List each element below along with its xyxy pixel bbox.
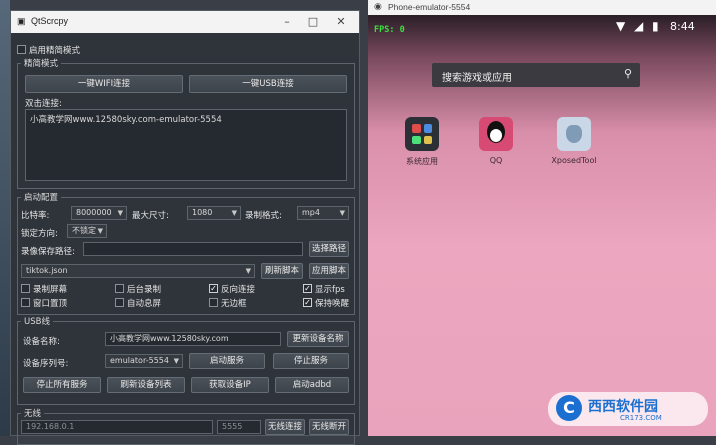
simple-mode-checkbox[interactable] [17,45,26,54]
wifi-connect-button[interactable]: 无线连接 [265,419,305,435]
simple-mode-title: 精简模式 [21,57,62,69]
option-label: 录制屏幕 [33,285,68,295]
apply-script-button[interactable]: 应用脚本 [309,263,349,279]
chevron-down-icon: ▼ [245,267,251,275]
option-label: 显示fps [315,285,345,295]
option-label: 无边框 [221,299,247,309]
search-bar[interactable]: 搜索游戏或应用 ⚲ [432,63,640,87]
battery-icon: ▮ [652,19,659,33]
app-label: QQ [489,156,503,165]
fps-readout: FPS: 0 [374,25,405,35]
select-path-button[interactable]: 选择路径 [309,241,349,257]
wifi-disconnect-button[interactable]: 无线断开 [309,419,349,435]
refresh-script-button[interactable]: 刷新脚本 [261,263,303,279]
script-select[interactable]: tiktok.json ▼ [21,264,255,278]
lock-orientation-label: 锁定方向: [21,229,58,239]
frameless-checkbox[interactable] [209,298,218,307]
usb-title: USB线 [21,315,53,327]
option-label: 窗口置顶 [33,299,68,309]
serial-label: 设备序列号: [23,359,69,369]
wireless-title: 无线 [21,407,45,419]
update-device-name-button[interactable]: 更新设备名称 [287,331,349,347]
app-label: 系统应用 [406,157,438,166]
qtscrcpy-titlebar[interactable]: ▣ QtScrcpy – □ ✕ [11,11,359,33]
usb-connect-one-click-button[interactable]: 一键USB连接 [189,75,347,93]
phone-screen[interactable]: FPS: 0 ▼ ◢ ▮ 8:44 搜索游戏或应用 ⚲ 系统应用 QQ Xpos… [368,15,716,436]
serial-select[interactable]: emulator-5554 ▼ [105,354,183,368]
chevron-down-icon: ▼ [231,209,237,217]
simple-mode-label: 启用精简模式 [29,46,81,56]
watermark-text: 西西软件园 [588,399,658,415]
device-name-input[interactable]: 小高教学网www.12580sky.com [105,332,281,346]
clock: 8:44 [670,20,695,33]
chevron-down-icon: ▼ [117,209,123,217]
search-icon[interactable]: ⚲ [624,67,632,80]
system-apps-icon [405,117,439,151]
app-qq[interactable]: QQ [466,117,526,165]
option-label: 后台录制 [127,285,162,295]
record-path-label: 录像保存路径: [21,247,75,257]
option-label: 反向连接 [221,285,256,295]
auto-screen-off-checkbox[interactable] [115,298,124,307]
signal-icon: ◢ [634,19,644,33]
background-record-checkbox[interactable] [115,284,124,293]
refresh-devices-button[interactable]: 刷新设备列表 [107,377,185,393]
record-path-input[interactable] [83,242,303,256]
port-input[interactable]: 5555 [217,420,261,434]
max-size-label: 最大尺寸: [132,211,169,221]
chevron-down-icon: ▼ [339,209,345,217]
bitrate-label: 比特率: [21,211,50,221]
option-label: 保持唤醒 [315,299,350,309]
option-label: 自动息屏 [127,299,162,309]
qq-penguin-icon [479,117,513,151]
record-format-label: 录制格式: [245,211,282,221]
max-size-select[interactable]: 1080 ▼ [187,206,241,220]
window-on-top-checkbox[interactable] [21,298,30,307]
watermark-url: CR173.COM [620,414,662,422]
record-screen-checkbox[interactable] [21,284,30,293]
watermark-badge: C 西西软件园 CR173.COM [548,392,708,426]
stop-all-services-button[interactable]: 停止所有服务 [23,377,101,393]
wifi-icon: ▼ [616,19,626,33]
startup-config-title: 启动配置 [21,191,62,203]
lock-orientation-select[interactable]: 不锁定 ▼ [67,224,107,238]
minimize-icon[interactable]: – [279,14,295,30]
close-icon[interactable]: ✕ [333,14,349,30]
chevron-down-icon: ▼ [97,227,103,235]
stay-awake-checkbox[interactable]: ✓ [303,298,312,307]
phone-window-icon: ◉ [374,1,382,11]
phone-window: ◉ Phone-emulator-5554 FPS: 0 ▼ ◢ ▮ 8:44 … [368,0,716,436]
device-list-item[interactable]: 小高教学网www.12580sky.com-emulator-5554 [30,113,346,125]
chevron-down-icon: ▼ [173,357,179,365]
get-device-ip-button[interactable]: 获取设备IP [191,377,269,393]
stop-service-button[interactable]: 停止服务 [273,353,349,369]
show-fps-checkbox[interactable]: ✓ [303,284,312,293]
record-format-select[interactable]: mp4 ▼ [297,206,349,220]
desktop-wallpaper [0,0,10,436]
app-xposedtool[interactable]: XposedTool [544,117,604,165]
window-title: QtScrcpy [31,16,69,26]
ip-input[interactable]: 192.168.0.1 [21,420,213,434]
start-service-button[interactable]: 启动服务 [189,353,265,369]
app-label: XposedTool [551,156,597,165]
phone-window-title: Phone-emulator-5554 [388,2,471,12]
double-click-connect-label: 双击连接: [25,99,62,109]
reverse-connect-checkbox[interactable]: ✓ [209,284,218,293]
xposed-tool-icon [557,117,591,151]
device-name-label: 设备名称: [23,337,60,347]
wifi-connect-one-click-button[interactable]: 一键WIFI连接 [25,75,183,93]
search-placeholder: 搜索游戏或应用 [442,73,512,84]
app-system-apps[interactable]: 系统应用 [392,117,452,167]
bitrate-select[interactable]: 8000000 ▼ [71,206,127,220]
device-list[interactable]: 小高教学网www.12580sky.com-emulator-5554 [25,109,347,181]
app-logo-icon: ▣ [17,16,26,26]
start-adbd-button[interactable]: 启动adbd [275,377,349,393]
maximize-icon[interactable]: □ [305,14,321,30]
phone-titlebar[interactable]: ◉ Phone-emulator-5554 [368,0,716,15]
qtscrcpy-window: ▣ QtScrcpy – □ ✕ 启用精简模式 精简模式 一键WIFI连接 一键… [10,10,360,445]
watermark-logo-icon: C [556,395,582,421]
